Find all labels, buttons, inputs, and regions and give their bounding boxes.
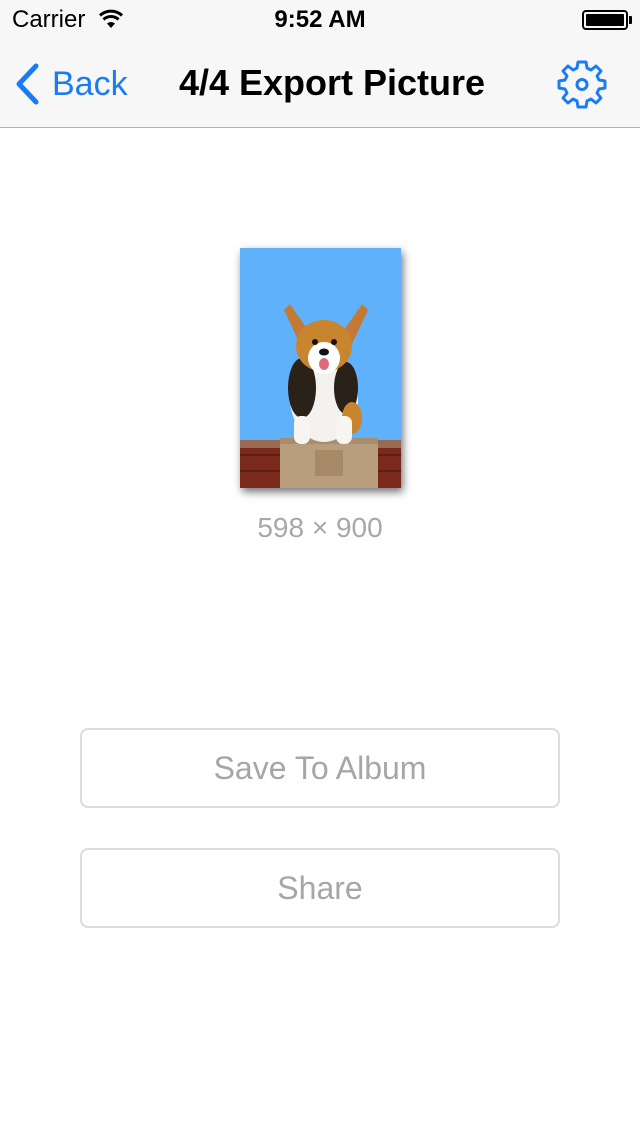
share-button[interactable]: Share [80,848,560,928]
status-bar: Carrier 9:52 AM [0,0,640,40]
page-title: 4/4 Export Picture [178,62,486,103]
battery-icon [582,10,628,30]
battery-tip [629,16,632,24]
navigation-bar: Back 4/4 Export Picture [0,40,640,128]
picture-dimensions: 598 × 900 [257,512,383,543]
status-time: 9:52 AM [274,6,366,33]
corgi-photo [240,248,401,488]
screen: Carrier 9:52 AM Back 4/4 Export Picture [0,0,640,1136]
gear-icon[interactable] [556,58,608,110]
save-to-album-button[interactable]: Save To Album [80,728,560,808]
exported-picture-preview [240,248,401,488]
